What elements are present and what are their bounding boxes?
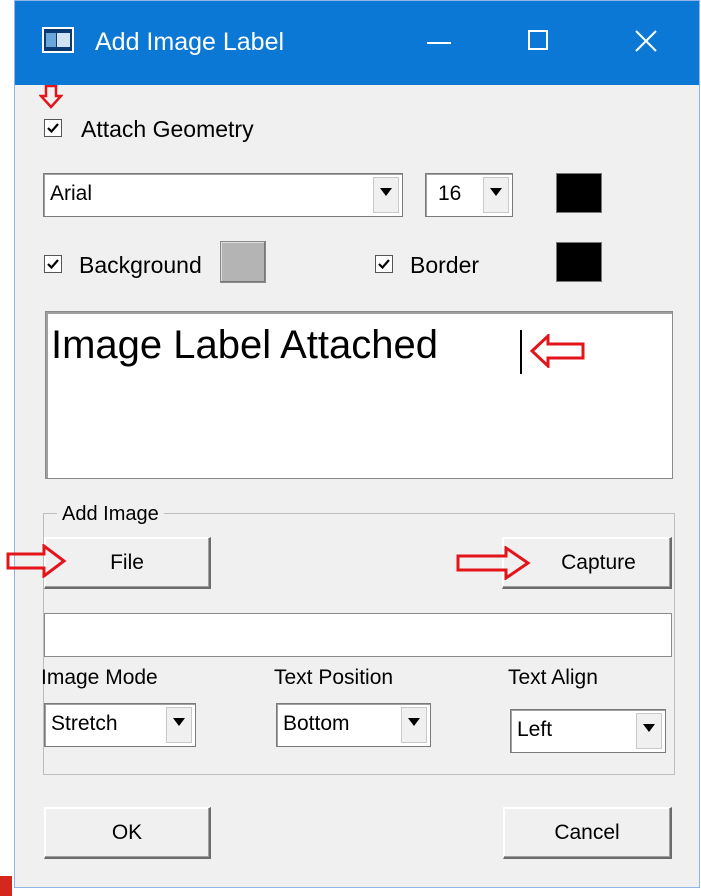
font-family-value: Arial — [50, 182, 93, 205]
file-button-label: File — [110, 551, 144, 574]
app-window-icon — [42, 27, 74, 53]
attach-geometry-label[interactable]: Attach Geometry — [81, 116, 254, 142]
cancel-button[interactable]: Cancel — [503, 807, 672, 859]
checkmark-icon — [47, 259, 59, 270]
background-checkbox[interactable] — [44, 255, 62, 273]
image-mode-select[interactable]: Stretch — [44, 703, 196, 747]
maximize-icon — [528, 30, 548, 50]
red-corner-marker — [0, 876, 12, 896]
font-family-dropdown-button[interactable] — [373, 177, 399, 213]
ok-button[interactable]: OK — [44, 807, 211, 859]
text-align-label: Text Align — [508, 666, 598, 689]
checkmark-icon — [47, 123, 59, 134]
border-color-swatch[interactable] — [556, 242, 602, 282]
label-text-area[interactable]: Image Label Attached — [45, 311, 673, 479]
chevron-down-icon — [173, 718, 185, 726]
font-size-dropdown-button[interactable] — [483, 177, 509, 213]
capture-button-label: Capture — [561, 551, 636, 574]
add-image-label-dialog: Add Image Label Attach Geometry Arial 16 — [14, 0, 700, 888]
image-mode-value: Stretch — [51, 712, 118, 735]
down-arrow-annotation-icon — [39, 85, 63, 109]
ok-button-label: OK — [111, 821, 143, 844]
text-position-dropdown-button[interactable] — [401, 707, 427, 743]
chevron-down-icon — [408, 718, 420, 726]
close-button[interactable] — [616, 17, 676, 65]
text-position-value: Bottom — [283, 712, 350, 735]
minimize-icon — [427, 42, 451, 44]
font-size-select[interactable]: 16 — [425, 173, 513, 217]
text-position-label: Text Position — [274, 666, 394, 689]
background-label[interactable]: Background — [79, 252, 202, 278]
text-align-dropdown-button[interactable] — [636, 713, 662, 749]
image-path-input[interactable] — [44, 613, 672, 657]
file-button[interactable]: File — [44, 537, 211, 589]
background-color-button[interactable] — [220, 241, 266, 283]
right-arrow-annotation-icon — [6, 544, 67, 578]
text-position-select[interactable]: Bottom — [276, 703, 431, 747]
image-mode-dropdown-button[interactable] — [166, 707, 192, 743]
font-family-select[interactable]: Arial — [43, 173, 403, 217]
right-arrow-annotation-icon — [456, 546, 531, 580]
chevron-down-icon — [643, 724, 655, 732]
border-checkbox[interactable] — [375, 255, 393, 273]
add-image-group-title: Add Image — [57, 501, 164, 527]
checkmark-icon — [378, 259, 390, 270]
window-title: Add Image Label — [95, 28, 285, 56]
cancel-button-label: Cancel — [554, 821, 620, 844]
minimize-button[interactable] — [409, 17, 469, 65]
image-mode-label: Image Mode — [41, 666, 158, 689]
text-align-select[interactable]: Left — [510, 709, 666, 753]
border-label[interactable]: Border — [410, 252, 479, 278]
title-bar[interactable]: Add Image Label — [15, 1, 699, 85]
maximize-button[interactable] — [508, 17, 568, 65]
font-color-swatch[interactable] — [556, 173, 602, 213]
close-icon — [635, 30, 657, 52]
text-caret — [520, 330, 522, 374]
attach-geometry-checkbox[interactable] — [44, 119, 62, 137]
left-arrow-annotation-icon — [530, 334, 585, 368]
label-text-value: Image Label Attached — [51, 323, 438, 367]
chevron-down-icon — [380, 188, 392, 196]
font-size-value: 16 — [438, 182, 462, 205]
chevron-down-icon — [490, 188, 502, 196]
text-align-value: Left — [517, 718, 553, 741]
